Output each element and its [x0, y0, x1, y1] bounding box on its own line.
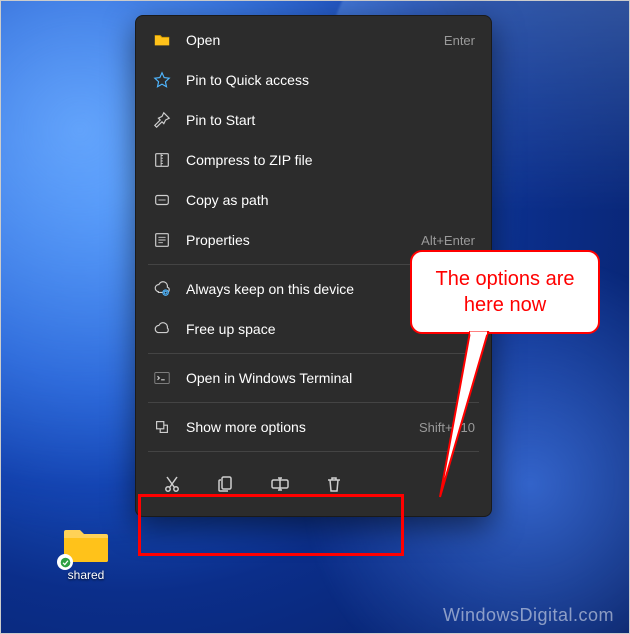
separator [148, 353, 479, 354]
action-row [136, 456, 491, 512]
menu-show-more-options[interactable]: Show more options Shift+F10 [136, 407, 491, 447]
zip-icon [152, 150, 172, 170]
menu-label: Pin to Start [186, 112, 475, 128]
watermark: WindowsDigital.com [443, 605, 614, 626]
copy-path-icon [152, 190, 172, 210]
context-menu: Open Enter Pin to Quick access Pin to St… [135, 15, 492, 517]
desktop-folder[interactable]: shared [54, 524, 118, 582]
pin-icon [152, 110, 172, 130]
menu-shortcut: Alt+Enter [421, 233, 475, 248]
menu-open[interactable]: Open Enter [136, 20, 491, 60]
menu-compress-zip[interactable]: Compress to ZIP file [136, 140, 491, 180]
menu-free-space[interactable]: Free up space [136, 309, 491, 349]
delete-button[interactable] [316, 466, 352, 502]
menu-windows-terminal[interactable]: Open in Windows Terminal [136, 358, 491, 398]
cut-button[interactable] [154, 466, 190, 502]
menu-shortcut: Shift+F10 [419, 420, 475, 435]
menu-properties[interactable]: Properties Alt+Enter [136, 220, 491, 260]
folder-open-icon [152, 30, 172, 50]
rename-button[interactable] [262, 466, 298, 502]
menu-shortcut: Enter [444, 33, 475, 48]
menu-label: Pin to Quick access [186, 72, 475, 88]
menu-label: Show more options [186, 419, 419, 435]
more-options-icon [152, 417, 172, 437]
desktop-folder-label: shared [54, 568, 118, 582]
terminal-icon [152, 368, 172, 388]
menu-label: Open [186, 32, 444, 48]
cloud-icon [152, 319, 172, 339]
copy-icon [216, 474, 236, 494]
menu-keep-device[interactable]: Always keep on this device [136, 269, 491, 309]
menu-label: Free up space [186, 321, 475, 337]
menu-label: Copy as path [186, 192, 475, 208]
menu-label: Properties [186, 232, 421, 248]
trash-icon [324, 474, 344, 494]
menu-pin-start[interactable]: Pin to Start [136, 100, 491, 140]
scissors-icon [162, 474, 182, 494]
sync-badge-icon [57, 554, 73, 570]
separator [148, 451, 479, 452]
menu-label: Always keep on this device [186, 281, 475, 297]
menu-copy-path[interactable]: Copy as path [136, 180, 491, 220]
star-icon [152, 70, 172, 90]
rename-icon [270, 474, 290, 494]
menu-label: Open in Windows Terminal [186, 370, 475, 386]
separator [148, 264, 479, 265]
separator [148, 402, 479, 403]
cloud-sync-icon [152, 279, 172, 299]
properties-icon [152, 230, 172, 250]
menu-label: Compress to ZIP file [186, 152, 475, 168]
desktop-background: shared Open Enter Pin to Quick access Pi… [0, 0, 630, 634]
copy-button[interactable] [208, 466, 244, 502]
menu-pin-quick-access[interactable]: Pin to Quick access [136, 60, 491, 100]
